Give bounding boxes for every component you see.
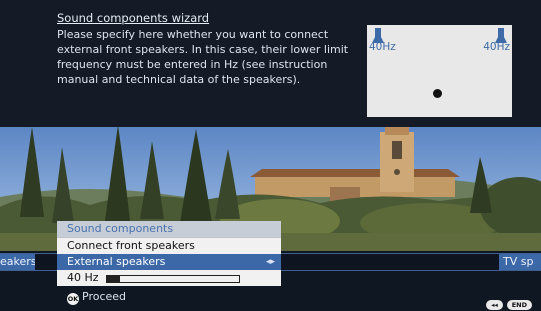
end-key-icon[interactable]: END	[506, 300, 532, 310]
left-right-arrows-icon: ◂▸	[265, 257, 275, 267]
menu-item-tv-speakers[interactable]: TV sp	[499, 254, 541, 270]
menu-item-speakers[interactable]: eakers	[0, 254, 35, 270]
frequency-slider[interactable]	[106, 275, 240, 283]
left-speaker-frequency: 40Hz	[369, 41, 396, 53]
option-external-speakers[interactable]: External speakers ◂▸	[57, 254, 281, 270]
info-panel: Sound components wizard Please specify h…	[0, 0, 541, 127]
ok-button-icon: OK	[67, 293, 79, 305]
listener-position-dot	[433, 89, 442, 98]
right-speaker-frequency: 40Hz	[483, 41, 510, 53]
proceed-label: Proceed	[82, 290, 127, 303]
wizard-title: Sound components wizard	[57, 11, 210, 25]
option-external-speakers-label: External speakers	[67, 255, 166, 268]
back-key-icon[interactable]: ◂◂	[486, 300, 503, 310]
menu-header: Sound components	[57, 221, 281, 237]
speaker-diagram: 40Hz 40Hz	[367, 25, 512, 117]
frequency-row[interactable]: 40 Hz	[57, 270, 281, 286]
option-connect-front-speakers[interactable]: Connect front speakers	[57, 237, 281, 254]
sound-components-menu: Sound components Connect front speakers …	[57, 221, 281, 286]
frequency-slider-fill	[107, 276, 121, 282]
frequency-value: 40 Hz	[67, 271, 99, 284]
wizard-description: Please specify here whether you want to …	[57, 28, 349, 86]
proceed-button[interactable]: OK Proceed	[67, 290, 126, 305]
footer-keys: ◂◂ END	[482, 292, 532, 311]
